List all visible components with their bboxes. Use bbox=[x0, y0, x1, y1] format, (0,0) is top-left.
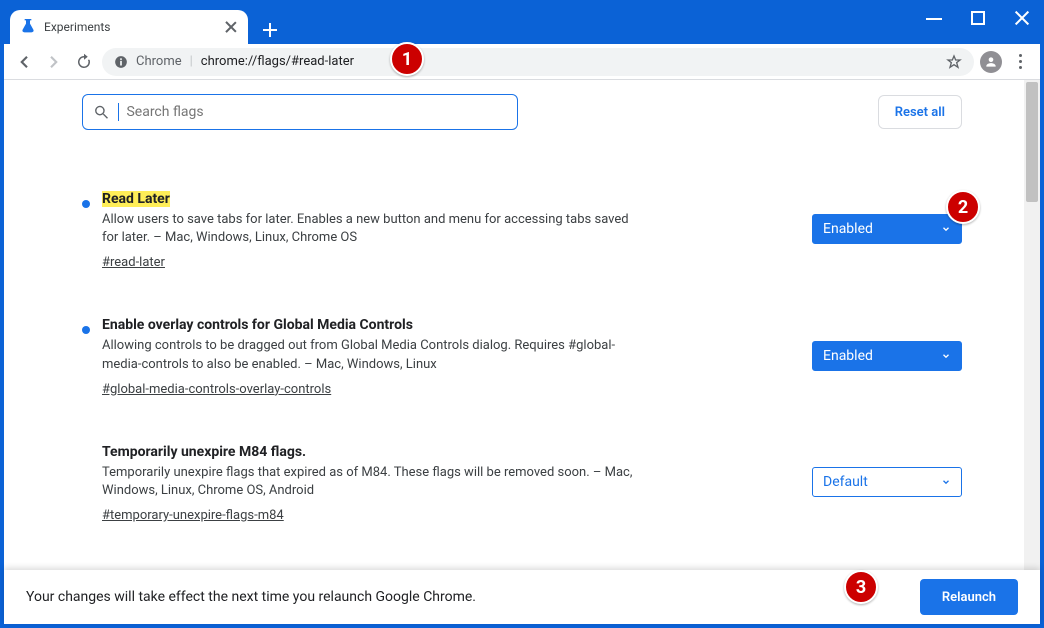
chevron-down-icon bbox=[941, 351, 951, 361]
select-label: Enabled bbox=[823, 221, 873, 237]
flag-hash-link[interactable]: #global-media-controls-overlay-controls bbox=[102, 382, 331, 397]
back-button[interactable] bbox=[12, 50, 36, 74]
flag-state-select[interactable]: Enabled bbox=[812, 341, 962, 371]
flag-description: Allowing controls to be dragged out from… bbox=[102, 337, 642, 373]
flag-title: Read Later bbox=[102, 191, 170, 207]
flag-row: Read Later Allow users to save tabs for l… bbox=[82, 176, 962, 274]
relaunch-button[interactable]: Relaunch bbox=[920, 579, 1018, 615]
plus-icon bbox=[263, 23, 277, 37]
modified-indicator bbox=[82, 200, 90, 208]
reload-button[interactable] bbox=[72, 50, 96, 74]
annotation-badge: 3 bbox=[844, 570, 878, 604]
chevron-down-icon bbox=[941, 224, 951, 234]
profile-avatar-button[interactable] bbox=[980, 51, 1002, 73]
flag-state-select[interactable]: Default bbox=[812, 467, 962, 497]
flag-row: Temporarily unexpire M85 flags.Temporari… bbox=[82, 555, 962, 570]
bookmark-star-icon[interactable] bbox=[946, 54, 962, 70]
search-icon bbox=[93, 103, 110, 121]
select-label: Enabled bbox=[823, 348, 873, 364]
main-menu-button[interactable] bbox=[1008, 50, 1032, 74]
browser-tab[interactable]: Experiments bbox=[10, 10, 248, 44]
footer-message: Your changes will take effect the next t… bbox=[26, 589, 476, 605]
flask-icon bbox=[20, 19, 36, 35]
annotation-badge: 2 bbox=[946, 190, 980, 224]
address-bar[interactable]: Chrome | chrome://flags/#read-later bbox=[102, 48, 974, 76]
flag-hash-link[interactable]: #temporary-unexpire-flags-m84 bbox=[102, 508, 284, 523]
flag-hash-link[interactable]: #read-later bbox=[102, 255, 165, 270]
flag-description: Allow users to save tabs for later. Enab… bbox=[102, 211, 642, 247]
flag-title: Enable overlay controls for Global Media… bbox=[102, 317, 413, 333]
forward-button[interactable] bbox=[42, 50, 66, 74]
browser-toolbar: Chrome | chrome://flags/#read-later bbox=[4, 44, 1040, 80]
scrollbar[interactable] bbox=[1024, 80, 1040, 570]
omnibox-url: chrome://flags/#read-later bbox=[201, 54, 354, 69]
reset-all-button[interactable]: Reset all bbox=[878, 95, 962, 129]
flag-row: Temporarily unexpire M84 flags. Temporari… bbox=[82, 429, 962, 527]
select-label: Default bbox=[823, 474, 868, 490]
annotation-badge: 1 bbox=[390, 42, 424, 76]
tab-title: Experiments bbox=[44, 20, 216, 34]
tab-close-icon[interactable] bbox=[224, 20, 238, 34]
flag-title: Temporarily unexpire M84 flags. bbox=[102, 444, 306, 460]
chevron-down-icon bbox=[941, 477, 951, 487]
scrollbar-thumb[interactable] bbox=[1026, 82, 1038, 202]
omnibox-prefix: Chrome bbox=[136, 54, 182, 69]
search-flags-input[interactable] bbox=[82, 94, 518, 130]
modified-indicator bbox=[82, 326, 90, 334]
flag-description: Temporarily unexpire flags that expired … bbox=[102, 464, 642, 500]
flag-state-select[interactable]: Enabled bbox=[812, 214, 962, 244]
relaunch-footer: Your changes will take effect the next t… bbox=[4, 570, 1040, 624]
new-tab-button[interactable] bbox=[256, 16, 284, 44]
site-info-icon bbox=[114, 55, 128, 69]
flag-row: Enable overlay controls for Global Media… bbox=[82, 302, 962, 400]
search-input-field[interactable] bbox=[126, 104, 507, 120]
